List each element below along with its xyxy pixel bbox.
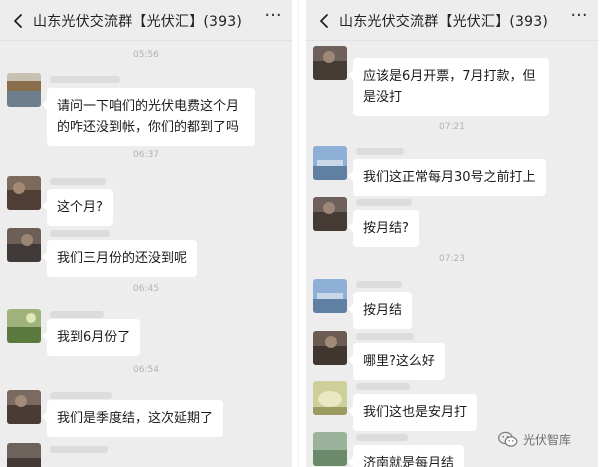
message-text: 应该是6月开票，7月打款，但是没打 — [363, 69, 536, 105]
message-text: 这个月? — [57, 200, 103, 215]
message-text: 请问一下咱们的光伏电费这个月的咋还没到帐，你们的都到了吗 — [57, 99, 240, 135]
more-options-icon[interactable]: ··· — [568, 7, 590, 29]
chat-panel-left: 山东光伏交流群【光伏汇】(393) ··· 05:56 请问一下咱们的光伏电费这… — [0, 0, 292, 467]
avatar[interactable] — [7, 176, 41, 210]
message-bubble[interactable]: 按月结 — [347, 292, 413, 329]
chat-header: 山东光伏交流群【光伏汇】(393) ··· — [0, 0, 292, 41]
sender-name-blurred — [50, 230, 110, 237]
timestamp: 06:45 — [133, 284, 159, 294]
avatar[interactable] — [313, 46, 347, 80]
message-bubble[interactable]: 按月结? — [348, 210, 419, 247]
timestamp: 05:56 — [133, 50, 159, 60]
message-text: 按月结? — [363, 221, 409, 236]
avatar[interactable] — [7, 390, 41, 424]
watermark-text: 光伏智库 — [523, 432, 572, 447]
message-text: 济南就是每月结 — [363, 456, 455, 467]
avatar[interactable] — [7, 443, 41, 467]
message-bubble[interactable]: 哪里?这么好 — [348, 343, 445, 380]
avatar[interactable] — [313, 381, 347, 415]
timestamp: 07:23 — [439, 254, 465, 264]
group-title: 山东光伏交流群【光伏汇】(393) — [33, 14, 243, 30]
timestamp: 06:37 — [133, 150, 159, 160]
avatar[interactable] — [313, 331, 347, 365]
more-options-icon[interactable]: ··· — [262, 7, 284, 29]
sender-name-blurred — [356, 383, 410, 390]
sender-name-blurred — [50, 311, 104, 318]
chat-panel-right: 山东光伏交流群【光伏汇】(393) ··· 应该是6月开票，7月打款，但是没打 … — [306, 0, 598, 467]
message-text: 我们这也是安月打 — [363, 405, 468, 420]
sender-name-blurred — [50, 392, 112, 399]
message-bubble[interactable]: 请问一下咱们的光伏电费这个月的咋还没到帐，你们的都到了吗 — [42, 88, 255, 146]
timestamp: 06:54 — [133, 365, 159, 375]
message-text: 按月结 — [363, 303, 403, 318]
sender-name-blurred — [50, 76, 120, 83]
message-bubble[interactable]: 我们这也是安月打 — [347, 394, 478, 431]
message-bubble[interactable]: 我到6月份了 — [41, 319, 141, 356]
message-text: 我们三月份的还没到呢 — [57, 251, 188, 266]
timestamp: 07:21 — [439, 122, 465, 132]
message-bubble[interactable]: 这个月? — [42, 189, 113, 226]
sender-name-blurred — [356, 148, 404, 155]
message-bubble[interactable]: 应该是6月开票，7月打款，但是没打 — [348, 58, 549, 116]
sender-name-blurred — [356, 434, 408, 441]
avatar[interactable] — [7, 73, 41, 107]
avatar[interactable] — [313, 432, 347, 466]
sender-name-blurred — [356, 333, 414, 340]
avatar[interactable] — [7, 309, 41, 343]
sender-name-blurred — [356, 281, 402, 288]
panel-divider — [298, 0, 299, 467]
wechat-icon — [498, 431, 518, 447]
message-text: 我们是季度结，这次延期了 — [57, 411, 214, 426]
sender-name-blurred — [50, 178, 106, 185]
back-arrow-icon[interactable] — [316, 12, 334, 30]
message-bubble[interactable]: 我们三月份的还没到呢 — [41, 240, 198, 277]
message-bubble[interactable]: 我们这正常每月30号之前打上 — [348, 159, 546, 196]
avatar[interactable] — [313, 197, 347, 231]
message-text: 哪里?这么好 — [363, 354, 435, 369]
sender-name-blurred — [50, 446, 108, 453]
message-bubble[interactable]: 我们是季度结，这次延期了 — [41, 400, 224, 437]
watermark: 光伏智库 — [498, 428, 571, 450]
chat-header: 山东光伏交流群【光伏汇】(393) ··· — [306, 0, 598, 41]
sender-name-blurred — [356, 199, 412, 206]
avatar[interactable] — [313, 279, 347, 313]
avatar[interactable] — [313, 146, 347, 180]
back-arrow-icon[interactable] — [10, 12, 28, 30]
avatar[interactable] — [7, 228, 41, 262]
group-title: 山东光伏交流群【光伏汇】(393) — [339, 14, 549, 30]
message-text: 我们这正常每月30号之前打上 — [363, 170, 536, 185]
message-text: 我到6月份了 — [57, 330, 131, 345]
message-bubble[interactable]: 济南就是每月结 — [347, 445, 465, 467]
